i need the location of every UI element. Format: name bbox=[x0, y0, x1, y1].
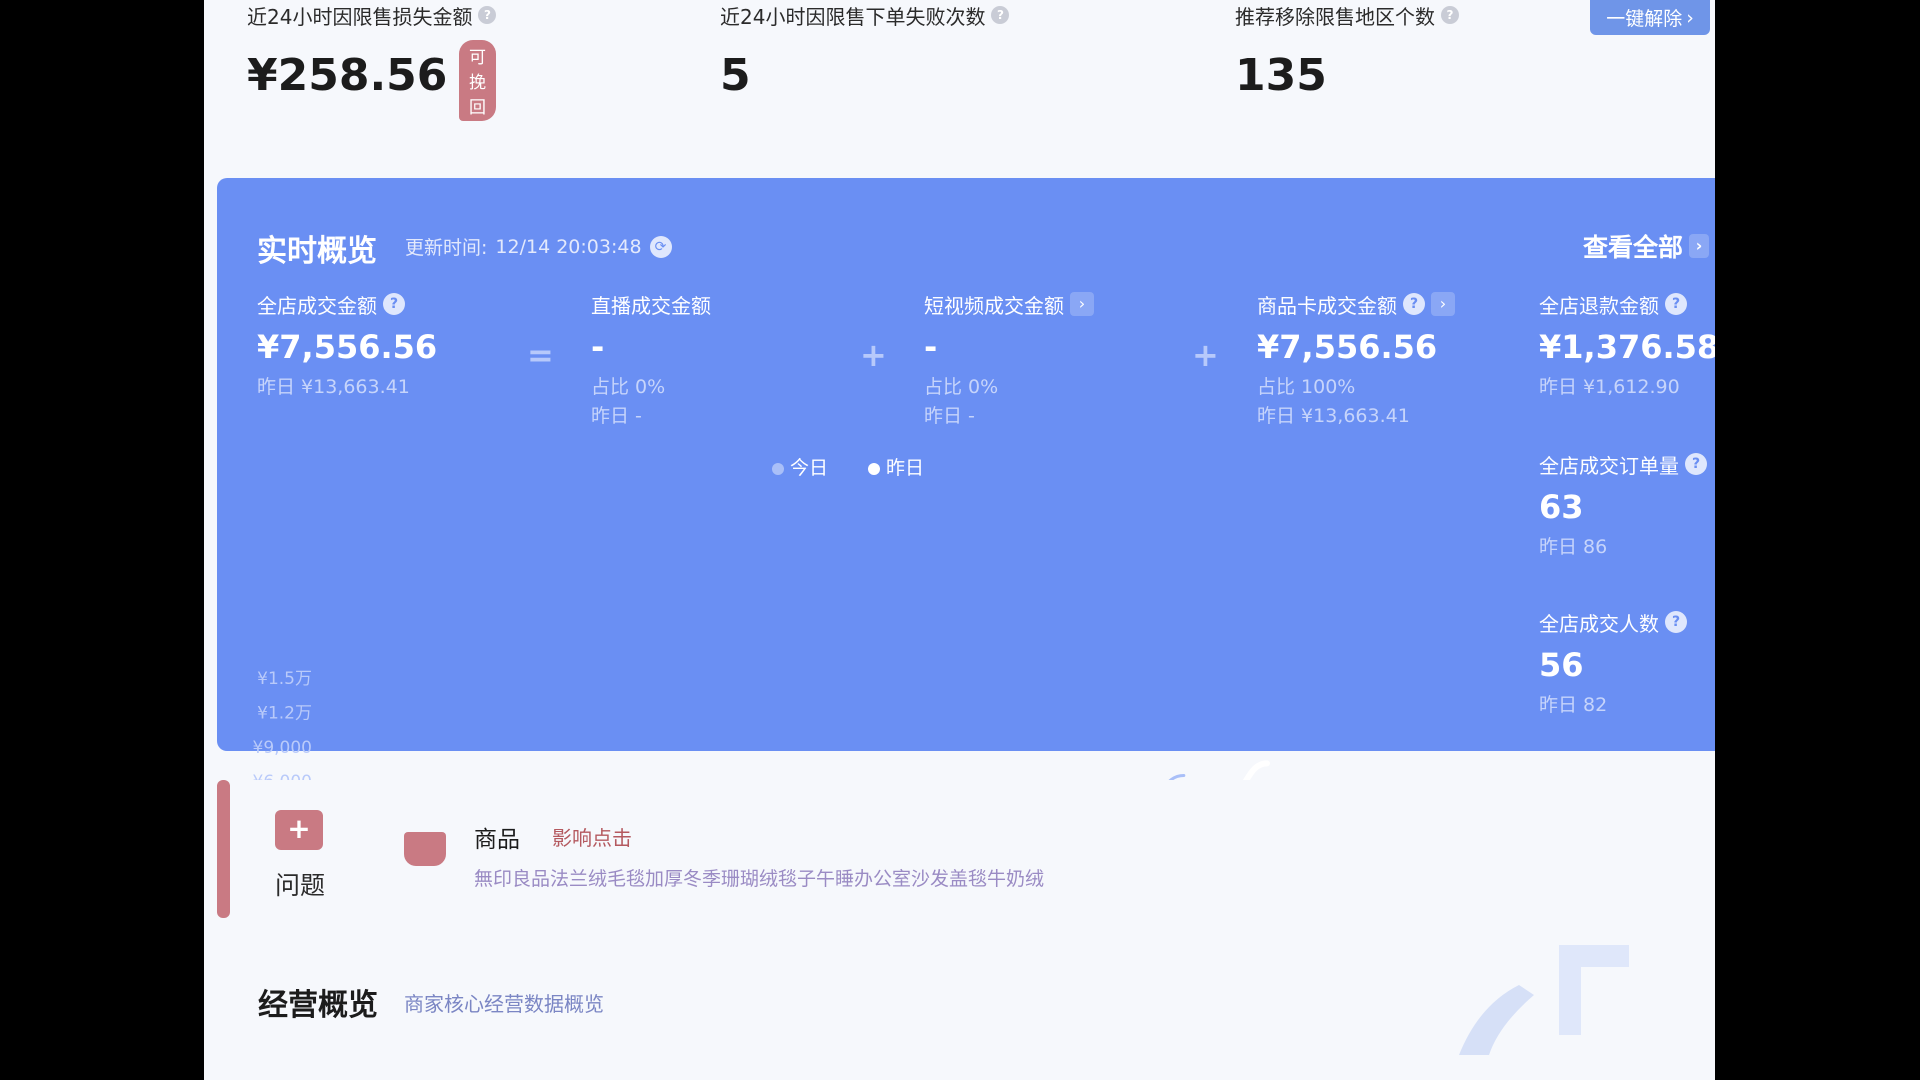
first-aid-kit-icon: + bbox=[275, 810, 323, 850]
metric-label: 短视频成交金额 bbox=[924, 293, 1064, 318]
y-tick-label: ¥1.5万 bbox=[257, 669, 312, 689]
shopping-bag-icon bbox=[404, 832, 446, 866]
update-timestamp: 12/14 20:03:48 bbox=[495, 235, 642, 258]
metric-share: 占比 100% bbox=[1257, 376, 1356, 398]
alert-order-failures: 近24小时因限售下单失败次数? 5 bbox=[720, 0, 1010, 101]
chart-legend: 今日 昨日 bbox=[772, 453, 924, 480]
business-overview-subtitle: 商家核心经营数据概览 bbox=[404, 992, 604, 1016]
metric-label: 全店成交订单量 bbox=[1539, 453, 1679, 478]
update-label: 更新时间: bbox=[405, 237, 488, 259]
metric-yesterday: 昨日 ¥1,612.90 bbox=[1539, 376, 1680, 398]
metric-value: ¥1,376.58 bbox=[1539, 328, 1715, 366]
metric-value: - bbox=[591, 328, 605, 366]
help-icon[interactable]: ? bbox=[1441, 6, 1459, 24]
metric-yesterday: 昨日 82 bbox=[1539, 694, 1608, 716]
metric-total-gmv[interactable]: 全店成交金额? ¥7,556.56 昨日 ¥13,663.41 bbox=[257, 290, 437, 399]
chevron-right-icon: › bbox=[1686, 6, 1694, 29]
plus-operator: + bbox=[1192, 336, 1219, 374]
metric-yesterday: 昨日 - bbox=[924, 405, 975, 427]
metric-share: 占比 0% bbox=[591, 376, 666, 398]
alert-label: 推荐移除限售地区个数 bbox=[1235, 4, 1435, 29]
realtime-title: 实时概览 bbox=[257, 234, 377, 269]
dashboard-page: 近24小时因限售损失金额? ¥258.56 可挽回 近24小时因限售下单失败次数… bbox=[204, 0, 1715, 1080]
metric-value: ¥7,556.56 bbox=[257, 328, 438, 366]
metric-label: 全店成交人数 bbox=[1539, 611, 1659, 636]
legend-label: 今日 bbox=[790, 457, 829, 479]
issue-card[interactable]: + 问题 商品 影响点击 無印良品法兰绒毛毯加厚冬季珊瑚绒毯子午睡办公室沙发盖毯… bbox=[217, 780, 1715, 918]
metric-yesterday: 昨日 - bbox=[591, 405, 642, 427]
help-icon[interactable]: ? bbox=[1665, 611, 1687, 633]
alert-label: 近24小时因限售下单失败次数 bbox=[720, 4, 986, 29]
business-overview-title: 经营概览 bbox=[258, 988, 378, 1023]
help-icon[interactable]: ? bbox=[991, 6, 1010, 24]
realtime-overview-panel: 实时概览 更新时间: 12/14 20:03:48 ⟳ 查看全部 › 全店成交金额… bbox=[217, 178, 1715, 886]
metric-yesterday: 昨日 ¥13,663.41 bbox=[1257, 405, 1410, 427]
metric-order-count[interactable]: 全店成交订单量? 63 昨日 86 bbox=[1539, 450, 1707, 559]
metric-refund-amount[interactable]: 全店退款金额? ¥1,376.58 昨日 ¥1,612.90 bbox=[1539, 290, 1715, 399]
help-icon[interactable]: ? bbox=[1403, 293, 1425, 315]
update-time: 更新时间: 12/14 20:03:48 ⟳ bbox=[405, 233, 672, 260]
alert-value: 135 bbox=[1235, 50, 1327, 101]
help-icon[interactable]: ? bbox=[478, 6, 497, 24]
equals-operator: = bbox=[527, 336, 554, 374]
help-icon[interactable]: ? bbox=[1685, 453, 1707, 475]
issue-category: 问题 bbox=[275, 871, 326, 900]
plus-operator: + bbox=[860, 336, 887, 374]
legend-dot-icon bbox=[868, 462, 881, 475]
metric-product-card-gmv[interactable]: 商品卡成交金额? › ¥7,556.56 占比 100% 昨日 ¥13,663.4… bbox=[1257, 290, 1455, 428]
help-icon[interactable]: ? bbox=[383, 293, 405, 315]
metric-live-gmv[interactable]: 直播成交金额 - 占比 0% 昨日 - bbox=[591, 290, 711, 428]
metric-share: 占比 0% bbox=[924, 376, 999, 398]
refresh-icon[interactable]: ⟳ bbox=[649, 235, 672, 258]
view-all-label: 查看全部 bbox=[1582, 233, 1683, 262]
metric-buyer-count[interactable]: 全店成交人数? 56 昨日 82 bbox=[1539, 608, 1687, 717]
y-tick-label: ¥1.2万 bbox=[257, 703, 312, 723]
metric-value: ¥7,556.56 bbox=[1257, 328, 1438, 366]
issue-title: 商品 bbox=[474, 827, 520, 853]
alert-value: 5 bbox=[720, 50, 751, 101]
one-click-unlock-button[interactable]: 一键解除 › bbox=[1590, 0, 1710, 35]
issue-tag: 影响点击 bbox=[552, 826, 632, 850]
issue-accent-bar bbox=[217, 780, 230, 918]
recoverable-badge: 可挽回 bbox=[459, 40, 497, 121]
help-icon[interactable]: ? bbox=[1665, 293, 1687, 315]
restriction-alert-row: 近24小时因限售损失金额? ¥258.56 可挽回 近24小时因限售下单失败次数… bbox=[204, 0, 1715, 178]
metric-label: 全店退款金额 bbox=[1539, 293, 1659, 318]
metric-label: 直播成交金额 bbox=[591, 293, 711, 318]
metric-label: 全店成交金额 bbox=[257, 293, 377, 318]
alert-label: 近24小时因限售损失金额 bbox=[247, 4, 473, 29]
legend-today[interactable]: 今日 bbox=[772, 453, 828, 480]
metric-value: - bbox=[924, 328, 938, 366]
metric-short-video-gmv[interactable]: 短视频成交金额 › - 占比 0% 昨日 - bbox=[924, 290, 1094, 428]
decorative-illustration-icon bbox=[1459, 945, 1629, 1055]
view-all-link[interactable]: 查看全部 › bbox=[1583, 228, 1709, 264]
unlock-label: 一键解除 bbox=[1606, 8, 1683, 30]
metric-yesterday: 昨日 86 bbox=[1539, 536, 1608, 558]
y-tick-label: ¥9,000 bbox=[253, 738, 312, 758]
metric-label: 商品卡成交金额 bbox=[1257, 293, 1397, 318]
issue-product-name[interactable]: 無印良品法兰绒毛毯加厚冬季珊瑚绒毯子午睡办公室沙发盖毯牛奶绒 bbox=[474, 864, 1044, 891]
alert-removable-regions: 推荐移除限售地区个数? 135 bbox=[1235, 0, 1459, 101]
chevron-right-icon: › bbox=[1689, 234, 1709, 258]
legend-label: 昨日 bbox=[886, 457, 925, 479]
metric-value: 63 bbox=[1539, 488, 1584, 526]
chevron-right-icon[interactable]: › bbox=[1431, 292, 1455, 316]
metric-value: 56 bbox=[1539, 646, 1584, 684]
metric-yesterday: 昨日 ¥13,663.41 bbox=[257, 376, 410, 398]
legend-yesterday[interactable]: 昨日 bbox=[868, 453, 924, 480]
legend-dot-icon bbox=[772, 462, 784, 475]
alert-loss-amount: 近24小时因限售损失金额? ¥258.56 可挽回 bbox=[247, 0, 497, 121]
chevron-right-icon[interactable]: › bbox=[1070, 292, 1094, 316]
